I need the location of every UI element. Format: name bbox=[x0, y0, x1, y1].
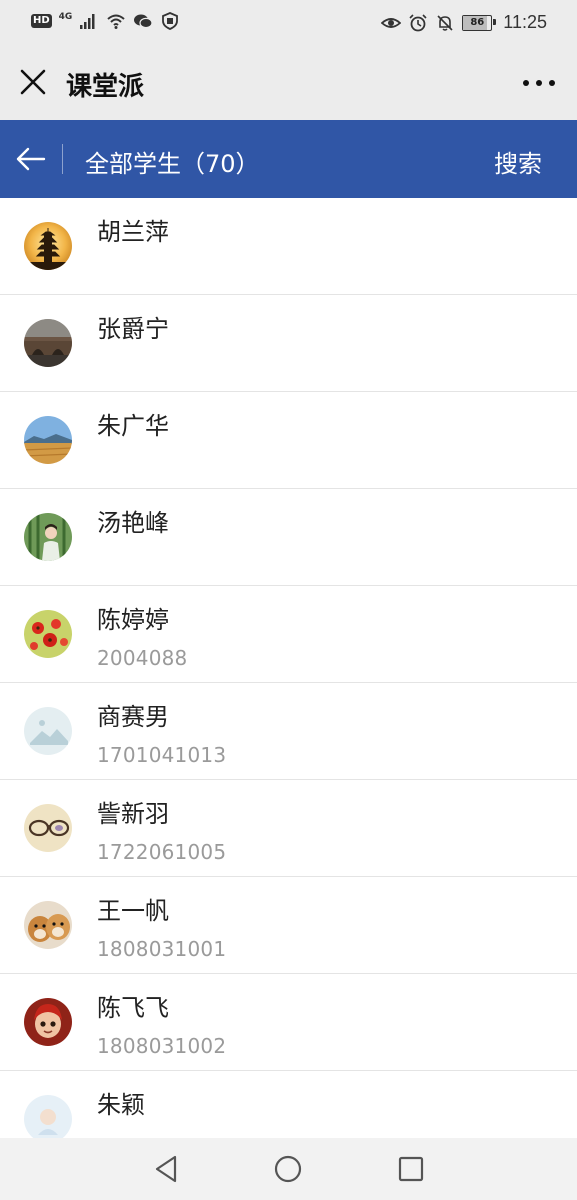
avatar bbox=[24, 901, 72, 949]
eye-icon bbox=[381, 17, 402, 28]
signal-icon bbox=[80, 14, 95, 29]
pagoda-sunset-image bbox=[24, 222, 72, 270]
status-left: HD 4G bbox=[31, 12, 180, 30]
student-id: 1808031001 bbox=[97, 937, 227, 961]
network-type: 4G bbox=[58, 12, 73, 22]
stone-bridge-image bbox=[24, 319, 72, 367]
student-name: 訾新羽 bbox=[97, 800, 169, 828]
bamboo-girl-image bbox=[24, 513, 72, 561]
triangle-back-icon[interactable] bbox=[148, 1151, 184, 1187]
student-name: 汤艳峰 bbox=[97, 509, 169, 537]
page-title: 全部学生（70） bbox=[85, 150, 260, 178]
list-item[interactable]: 朱广华 bbox=[0, 392, 577, 489]
shield-app-icon bbox=[162, 12, 179, 30]
avatar bbox=[24, 319, 72, 367]
shiba-dogs-image bbox=[24, 901, 72, 949]
list-item[interactable]: 王一帆 1808031001 bbox=[0, 877, 577, 974]
header-divider bbox=[62, 144, 63, 174]
glasses-image bbox=[24, 804, 72, 852]
search-button[interactable]: 搜索 bbox=[494, 144, 542, 179]
red-flowers-image bbox=[24, 610, 72, 658]
avatar bbox=[24, 610, 72, 658]
student-name: 张爵宁 bbox=[97, 315, 169, 343]
page-header: 全部学生（70） 搜索 bbox=[0, 120, 577, 198]
avatar bbox=[24, 416, 72, 464]
student-name: 朱颖 bbox=[97, 1091, 145, 1119]
list-item[interactable]: 朱颖 bbox=[0, 1071, 577, 1138]
avatar bbox=[24, 513, 72, 561]
avatar bbox=[24, 707, 72, 755]
mute-bell-icon bbox=[437, 14, 453, 31]
student-id: 1808031002 bbox=[97, 1034, 227, 1058]
battery-level: 86 bbox=[470, 17, 485, 28]
alarm-icon bbox=[409, 13, 427, 31]
list-item[interactable]: 商赛男 1701041013 bbox=[0, 683, 577, 780]
arrow-left-icon[interactable] bbox=[12, 142, 50, 176]
wheat-field-image bbox=[24, 416, 72, 464]
light-cartoon-image bbox=[24, 1095, 72, 1138]
list-item[interactable]: 訾新羽 1722061005 bbox=[0, 780, 577, 877]
close-icon[interactable] bbox=[18, 67, 48, 97]
wechat-icon bbox=[134, 14, 153, 29]
system-nav-bar bbox=[0, 1138, 577, 1200]
list-item[interactable]: 张爵宁 bbox=[0, 295, 577, 392]
hd-badge: HD bbox=[31, 14, 52, 28]
avatar bbox=[24, 804, 72, 852]
student-name: 陈飞飞 bbox=[97, 994, 169, 1022]
list-item[interactable]: 胡兰萍 bbox=[0, 198, 577, 295]
cartoon-girl-image bbox=[24, 998, 72, 1046]
app-bar: 课堂派 bbox=[0, 44, 577, 120]
student-id: 1701041013 bbox=[97, 743, 227, 767]
avatar bbox=[24, 998, 72, 1046]
student-id: 2004088 bbox=[97, 646, 188, 670]
student-name: 陈婷婷 bbox=[97, 606, 169, 634]
avatar bbox=[24, 222, 72, 270]
student-name: 朱广华 bbox=[97, 412, 169, 440]
status-right: 86 11:25 bbox=[381, 12, 547, 33]
list-item[interactable]: 汤艳峰 bbox=[0, 489, 577, 586]
more-icon[interactable] bbox=[519, 70, 559, 96]
list-item[interactable]: 陈婷婷 2004088 bbox=[0, 586, 577, 683]
clock: 11:25 bbox=[503, 12, 547, 32]
student-name: 商赛男 bbox=[97, 703, 169, 731]
battery-indicator: 86 bbox=[462, 14, 497, 31]
list-item[interactable]: 陈飞飞 1808031002 bbox=[0, 974, 577, 1071]
avatar bbox=[24, 1095, 72, 1138]
app-title: 课堂派 bbox=[66, 72, 145, 102]
wifi-icon bbox=[107, 14, 125, 29]
student-name: 王一帆 bbox=[97, 897, 169, 925]
student-name: 胡兰萍 bbox=[97, 218, 169, 246]
student-list: 胡兰萍 张爵宁 朱广华 汤艳峰 陈婷婷 2004088 商赛男 17010410… bbox=[0, 198, 577, 1138]
student-id: 1722061005 bbox=[97, 840, 227, 864]
circle-home-icon[interactable] bbox=[270, 1151, 306, 1187]
placeholder-landscape-image bbox=[24, 707, 72, 755]
square-recents-icon[interactable] bbox=[393, 1151, 429, 1187]
status-bar: HD 4G 86 11:25 bbox=[0, 0, 577, 44]
